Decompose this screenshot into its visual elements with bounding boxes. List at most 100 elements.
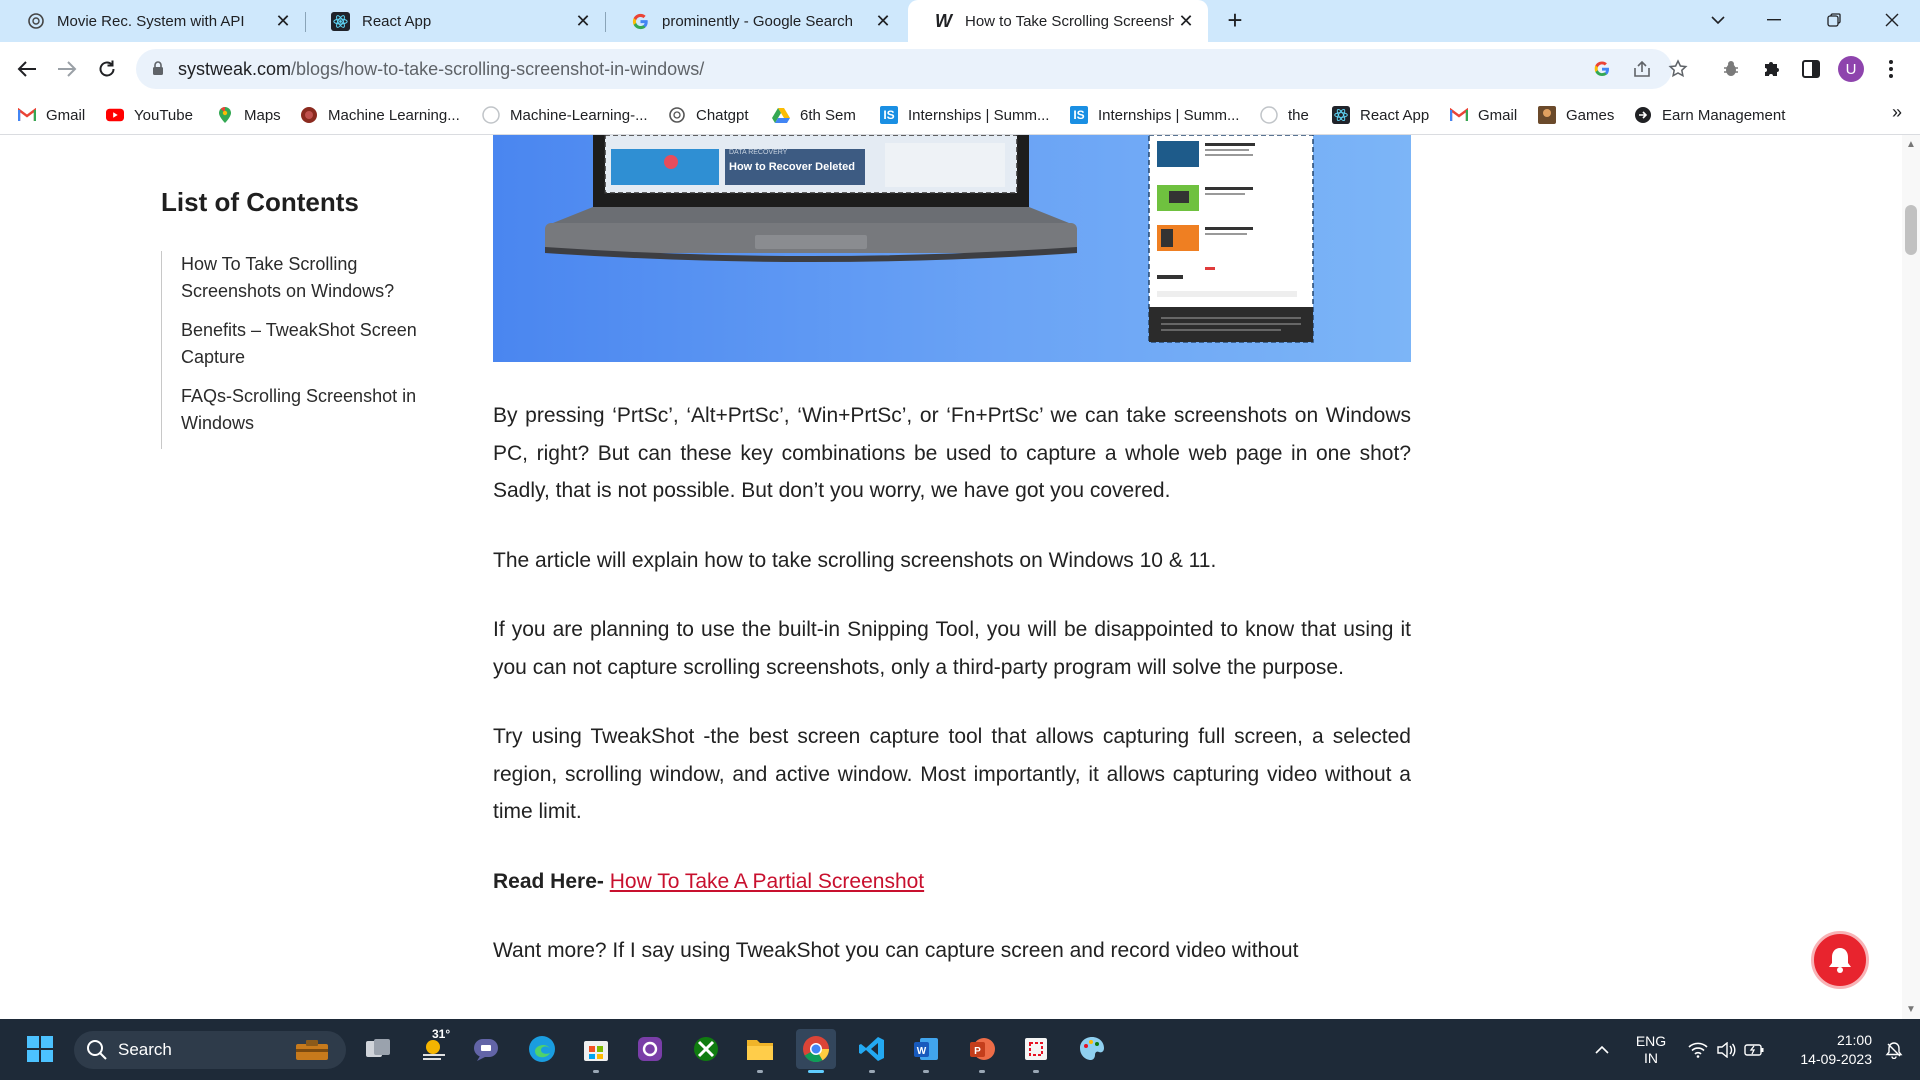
- ml-icon: [300, 106, 318, 124]
- tab-react-app[interactable]: React App ✕: [305, 0, 605, 42]
- clock[interactable]: 21:00 14-09-2023: [1780, 1019, 1872, 1080]
- svg-text:P: P: [974, 1046, 981, 1057]
- bookmark-label: Machine-Learning-...: [510, 106, 648, 124]
- chrome-app[interactable]: [796, 1029, 836, 1073]
- scrollbar-thumb[interactable]: [1905, 205, 1917, 255]
- snipping-tool-icon: [1025, 1038, 1047, 1060]
- bookmark-label: 6th Sem: [800, 106, 856, 124]
- toc-link[interactable]: Benefits – TweakShot Screen Capture: [181, 317, 431, 371]
- start-button[interactable]: [20, 1029, 60, 1069]
- notification-center-icon[interactable]: [1876, 1019, 1912, 1080]
- snipping-tool-app[interactable]: [1016, 1029, 1056, 1073]
- new-tab-button[interactable]: +: [1222, 7, 1248, 34]
- page-scrollbar[interactable]: ▲ ▼: [1902, 135, 1920, 1019]
- close-icon[interactable]: ✕: [571, 9, 595, 33]
- paint-app[interactable]: [1072, 1029, 1112, 1069]
- article-paragraph: Want more? If I say using TweakShot you …: [493, 939, 1299, 962]
- bookmark-label: Chatgpt: [696, 106, 749, 124]
- wifi-icon[interactable]: [1684, 1019, 1712, 1080]
- chrome-menu-icon[interactable]: [1878, 56, 1904, 82]
- article-paragraph: By pressing ‘PrtSc’, ‘Alt+PrtSc’, ‘Win+P…: [493, 404, 1411, 502]
- notification-bell-button[interactable]: [1811, 931, 1869, 989]
- bookmark-gmail[interactable]: Gmail: [18, 104, 85, 126]
- openai-icon: [668, 106, 686, 124]
- lock-icon[interactable]: [152, 61, 164, 81]
- toc-link[interactable]: How To Take Scrolling Screenshots on Win…: [181, 251, 431, 305]
- bookmark-chatgpt[interactable]: Chatgpt: [668, 104, 749, 126]
- language-indicator[interactable]: ENG IN: [1628, 1019, 1674, 1080]
- bookmark-label: Gmail: [46, 106, 86, 124]
- battery-icon[interactable]: [1740, 1019, 1768, 1080]
- bookmark-machine-learning[interactable]: Machine Learning...: [300, 104, 460, 126]
- clipchamp-app[interactable]: [630, 1029, 670, 1069]
- bell-icon: [1829, 948, 1851, 973]
- scroll-up-arrow-icon[interactable]: ▲: [1906, 139, 1916, 150]
- bookmark-maps[interactable]: Maps: [216, 104, 281, 126]
- microsoft-store-app[interactable]: [576, 1029, 616, 1073]
- close-icon[interactable]: ✕: [1174, 9, 1198, 33]
- toc-link[interactable]: FAQs-Scrolling Screenshot in Windows: [181, 383, 431, 437]
- close-icon[interactable]: ✕: [271, 9, 295, 33]
- close-icon[interactable]: ✕: [871, 9, 895, 33]
- partial-screenshot-link[interactable]: How To Take A Partial Screenshot: [610, 870, 924, 893]
- side-panel-icon[interactable]: [1798, 56, 1824, 82]
- extension-bug-icon[interactable]: [1718, 56, 1744, 82]
- extensions-puzzle-icon[interactable]: [1758, 56, 1784, 82]
- bookmark-internships-2[interactable]: IS Internships | Summ...: [1070, 104, 1239, 126]
- edge-app[interactable]: [522, 1029, 562, 1069]
- github-icon: [482, 106, 500, 124]
- vscode-icon: [859, 1037, 884, 1061]
- word-icon: W: [914, 1038, 938, 1060]
- vscode-app[interactable]: [852, 1029, 892, 1073]
- bookmark-star-icon[interactable]: [1666, 57, 1690, 81]
- bookmark-games[interactable]: Games: [1538, 104, 1614, 126]
- close-window-button[interactable]: [1864, 0, 1920, 40]
- restore-button[interactable]: [1806, 0, 1862, 40]
- volume-icon[interactable]: [1712, 1019, 1740, 1080]
- share-icon[interactable]: [1630, 57, 1654, 81]
- profile-avatar[interactable]: U: [1838, 56, 1864, 82]
- folder-icon: [747, 1040, 773, 1060]
- teams-chat-app[interactable]: [466, 1029, 506, 1069]
- react-icon: [331, 11, 350, 31]
- search-icon: [87, 1040, 107, 1060]
- bookmark-earn-management[interactable]: Earn Management: [1634, 104, 1785, 126]
- show-hidden-icons-chevron-icon[interactable]: [1584, 1019, 1620, 1080]
- bookmark-6th-sem[interactable]: 6th Sem: [772, 104, 856, 126]
- chrome-icon: [803, 1036, 830, 1063]
- bookmark-label: Internships | Summ...: [908, 106, 1050, 124]
- systweak-icon: W: [935, 10, 952, 31]
- address-bar[interactable]: systweak.com/blogs/how-to-take-scrolling…: [136, 49, 1688, 89]
- reload-button[interactable]: [90, 52, 124, 86]
- browser-toolbar: systweak.com/blogs/how-to-take-scrolling…: [0, 42, 1920, 96]
- taskbar-search[interactable]: Search: [74, 1031, 346, 1069]
- task-view-button[interactable]: [358, 1029, 398, 1069]
- file-explorer-app[interactable]: [740, 1029, 780, 1073]
- paint-icon: [1080, 1037, 1104, 1060]
- back-button[interactable]: [10, 52, 44, 86]
- internshala-icon: IS: [880, 106, 898, 124]
- tab-search-chevron-icon[interactable]: [1690, 0, 1746, 40]
- forward-button[interactable]: [50, 52, 84, 86]
- bookmark-react-app[interactable]: React App: [1332, 104, 1429, 126]
- google-lens-icon[interactable]: [1590, 57, 1614, 81]
- powerpoint-app[interactable]: P: [962, 1029, 1002, 1073]
- weather-widget[interactable]: 31°: [410, 1027, 462, 1069]
- tab-systweak-active[interactable]: W How to Take Scrolling Screenshot ✕: [908, 0, 1208, 42]
- scroll-down-arrow-icon[interactable]: ▼: [1906, 1004, 1916, 1015]
- tab-google-search[interactable]: prominently - Google Search ✕: [605, 0, 905, 42]
- url-text[interactable]: systweak.com/blogs/how-to-take-scrolling…: [178, 59, 704, 80]
- xbox-app[interactable]: [686, 1029, 726, 1069]
- bookmark-gmail-2[interactable]: Gmail: [1450, 104, 1517, 126]
- bookmark-youtube[interactable]: YouTube: [106, 104, 193, 126]
- hero-thumb-label-small: DATA RECOVERY: [729, 149, 788, 156]
- more-bookmarks-chevron-icon[interactable]: »: [1892, 102, 1902, 123]
- minimize-button[interactable]: [1746, 0, 1802, 40]
- bookmark-the[interactable]: the: [1260, 104, 1309, 126]
- bookmark-machine-learning-repo[interactable]: Machine-Learning-...: [482, 104, 648, 126]
- bookmark-internships-1[interactable]: IS Internships | Summ...: [880, 104, 1049, 126]
- teams-chat-icon: [474, 1039, 498, 1061]
- word-app[interactable]: W: [906, 1029, 946, 1073]
- tab-movie-rec[interactable]: Movie Rec. System with API ✕: [0, 0, 305, 42]
- openai-icon: [26, 12, 45, 31]
